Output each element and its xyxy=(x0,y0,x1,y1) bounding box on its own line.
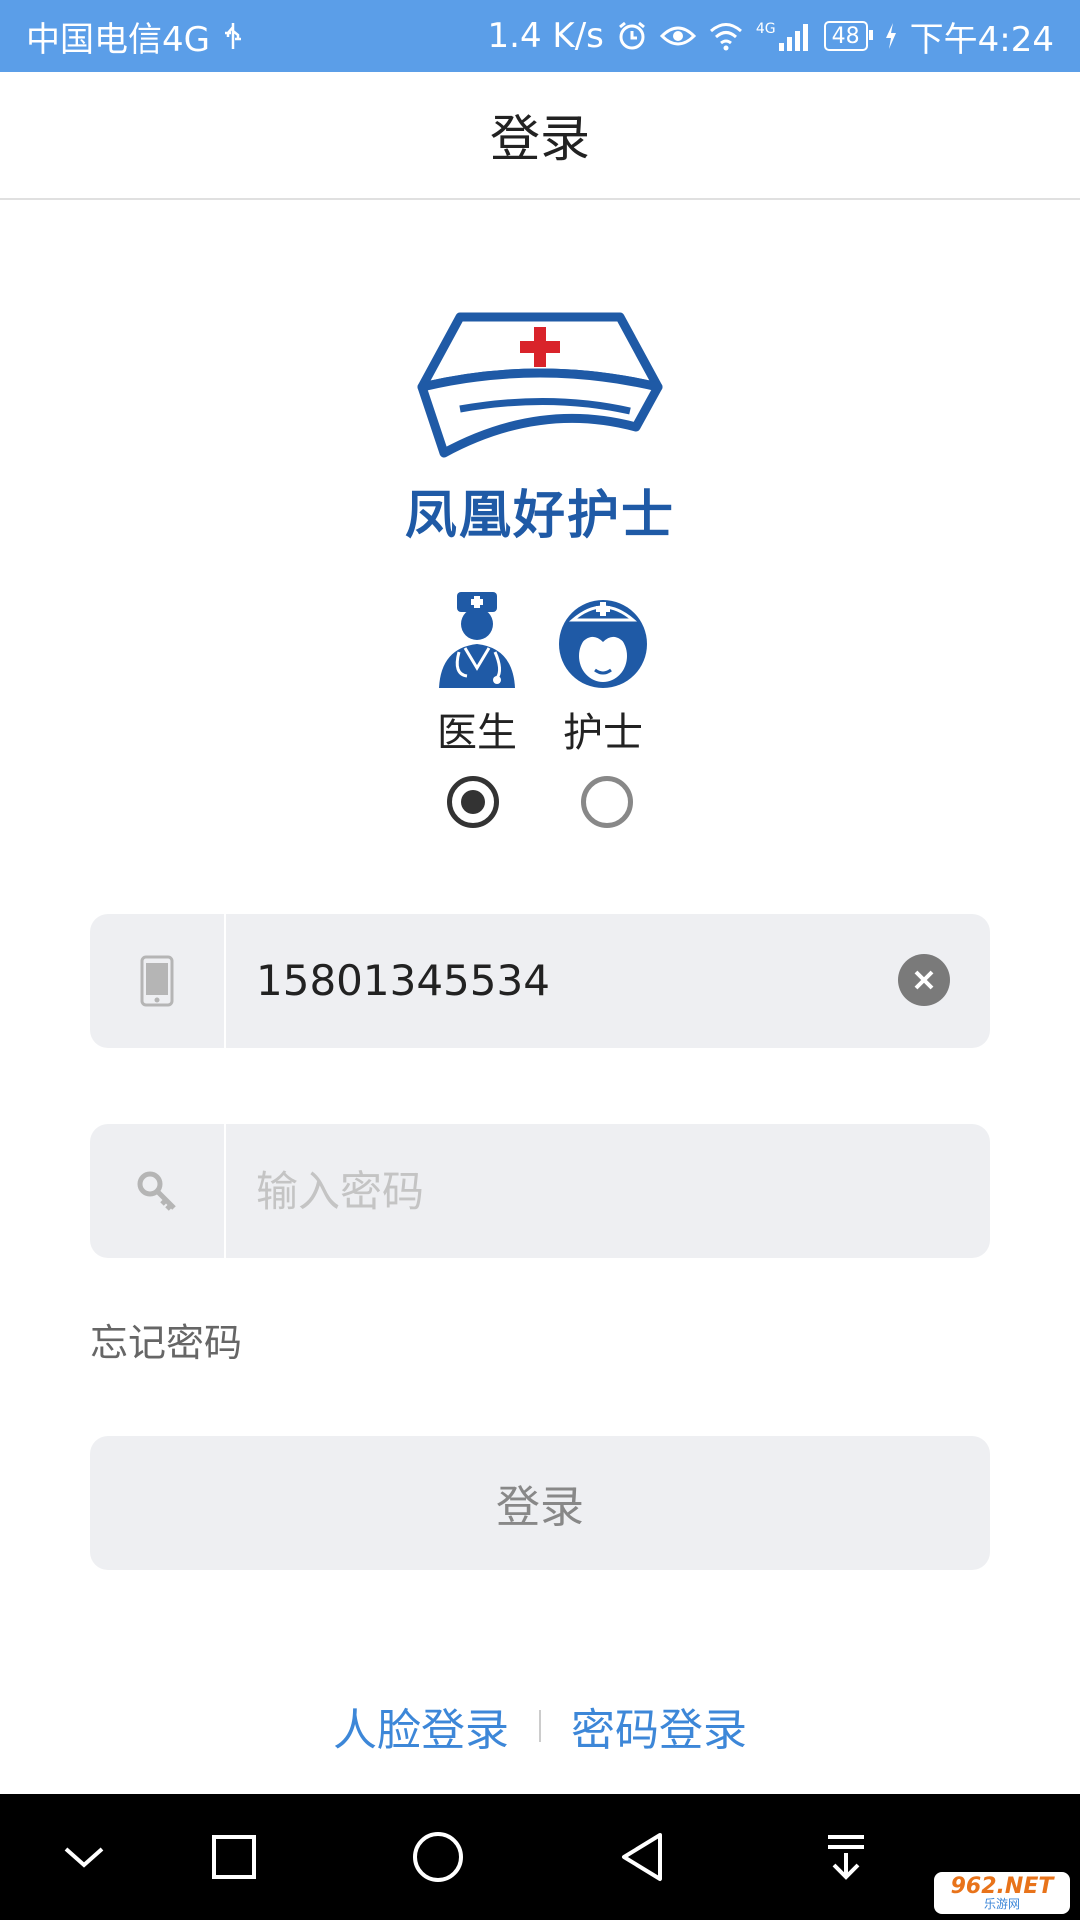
charging-icon xyxy=(884,22,898,50)
watermark-subtitle: 乐游网 xyxy=(983,1897,1020,1911)
key-icon xyxy=(137,1171,176,1211)
nurse-icon xyxy=(553,590,653,690)
login-button[interactable]: 登录 xyxy=(90,1436,990,1570)
status-bar: 中国电信4G 1.4 K/s 4G 48 下午4:24 xyxy=(0,0,1080,72)
role-label-nurse: 护士 xyxy=(563,710,643,756)
phone-field[interactable]: 15801345534 xyxy=(90,914,990,1048)
doctor-icon xyxy=(427,590,527,690)
doctor-radio[interactable] xyxy=(447,776,499,828)
home-icon[interactable] xyxy=(408,1827,468,1887)
role-doctor[interactable]: 医生 xyxy=(407,590,547,758)
clear-icon[interactable] xyxy=(898,954,950,1006)
role-nurse[interactable]: 护士 xyxy=(533,590,673,758)
phone-icon xyxy=(140,955,174,1007)
key-icon-cell xyxy=(90,1124,226,1258)
site-watermark: 962.NET 乐游网 xyxy=(934,1872,1070,1914)
clock: 下午4:24 xyxy=(909,19,1054,60)
signal-type-label: 4G xyxy=(755,21,776,37)
forgot-password-link[interactable]: 忘记密码 xyxy=(90,1312,242,1367)
chevron-down-icon[interactable] xyxy=(54,1827,114,1887)
status-bar-left: 中国电信4G xyxy=(26,12,244,61)
alt-login-divider xyxy=(539,1710,541,1742)
password-input[interactable] xyxy=(256,1124,896,1258)
battery-icon: 48 xyxy=(823,21,873,51)
navigation-bar: 962.NET 乐游网 xyxy=(0,1794,1080,1920)
usb-icon xyxy=(222,21,244,51)
phone-input-value[interactable]: 15801345534 xyxy=(256,914,550,1048)
app-logo: 凤凰好护士 xyxy=(390,305,690,555)
alarm-icon xyxy=(616,20,648,52)
back-icon[interactable] xyxy=(612,1827,672,1887)
page-title: 登录 xyxy=(490,110,590,168)
title-bar: 登录 xyxy=(0,72,1080,200)
password-field[interactable] xyxy=(90,1124,990,1258)
password-login-link[interactable]: 密码登录 xyxy=(571,1694,747,1758)
nurse-radio[interactable] xyxy=(581,776,633,828)
nurse-cap-logo-icon xyxy=(417,312,663,458)
recents-icon[interactable] xyxy=(204,1827,264,1887)
battery-level: 48 xyxy=(831,23,860,49)
phone-icon-cell xyxy=(90,914,226,1048)
cellular-signal-icon: 4G xyxy=(756,21,812,51)
status-bar-right: 1.4 K/s 4G 48 下午4:24 xyxy=(488,12,1054,61)
network-speed: 1.4 K/s xyxy=(487,16,604,56)
carrier-label: 中国电信4G xyxy=(26,19,210,60)
watermark-logo: 962.NET xyxy=(950,1874,1054,1899)
wifi-icon xyxy=(708,21,744,51)
role-label-doctor: 医生 xyxy=(437,710,517,756)
notification-pull-icon[interactable] xyxy=(816,1827,876,1887)
brand-name: 凤凰好护士 xyxy=(404,486,675,546)
alt-login-links: 人脸登录 密码登录 xyxy=(0,1696,1080,1756)
eye-icon xyxy=(659,22,696,50)
face-login-link[interactable]: 人脸登录 xyxy=(333,1694,509,1758)
